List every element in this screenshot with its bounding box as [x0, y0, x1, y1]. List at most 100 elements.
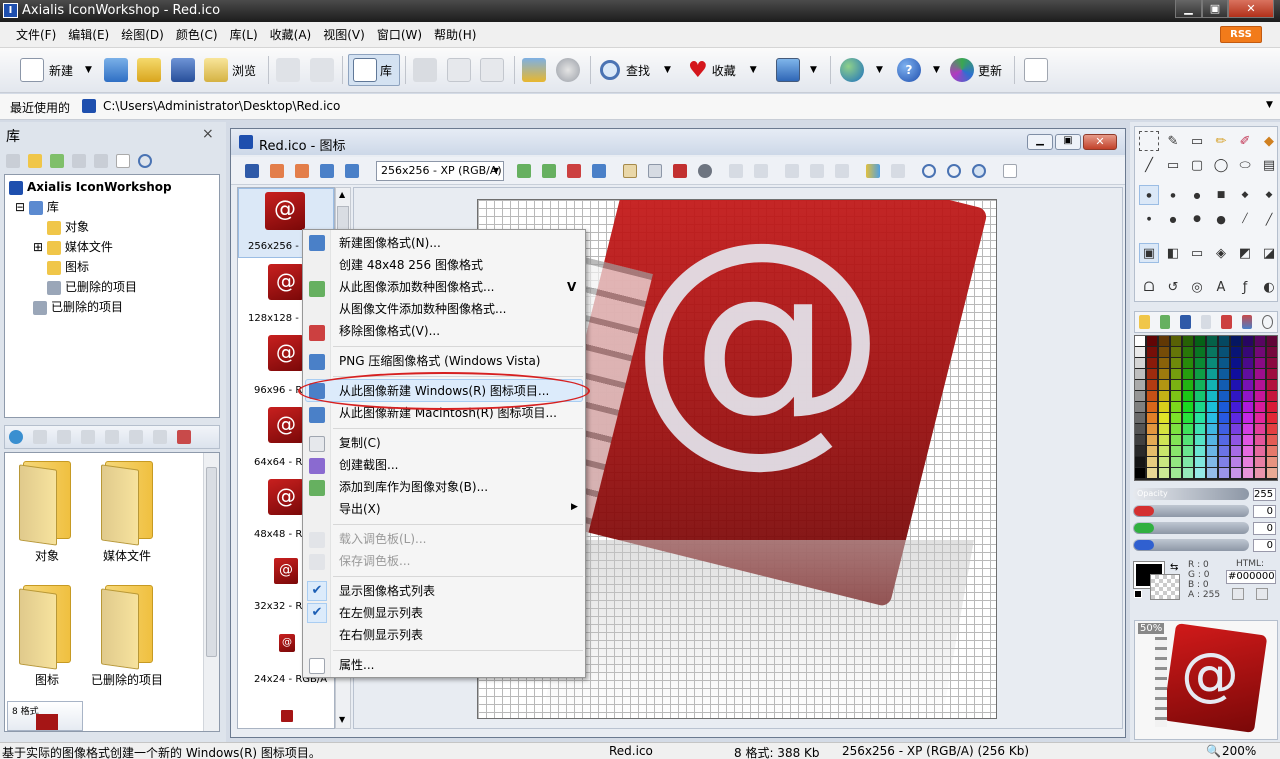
palette-swatch[interactable]: [1207, 358, 1217, 368]
zoom-out-icon[interactable]: [947, 163, 961, 178]
palette-swatch[interactable]: [1231, 347, 1241, 357]
palette-swatch[interactable]: [1183, 347, 1193, 357]
fill-mode-6-icon[interactable]: ◪: [1259, 243, 1279, 263]
palette-swatch[interactable]: [1207, 336, 1217, 346]
palette-swatch[interactable]: [1231, 468, 1241, 478]
palette-swatch[interactable]: [1195, 413, 1205, 423]
palette-swatch[interactable]: [1183, 369, 1193, 379]
menu-view[interactable]: 视图(V): [317, 22, 371, 48]
palette-swatch[interactable]: [1195, 336, 1205, 346]
palette-swatch[interactable]: [1183, 435, 1193, 445]
palette-swatch[interactable]: [1147, 402, 1157, 412]
pen-size-1-icon[interactable]: ●: [1139, 185, 1159, 205]
sort-icon[interactable]: [153, 430, 167, 444]
palette-swatch[interactable]: [1159, 380, 1169, 390]
palette-swatch[interactable]: [1255, 336, 1265, 346]
palette-swatch[interactable]: [1219, 424, 1229, 434]
palette-swatch[interactable]: [1207, 413, 1217, 423]
image-edit-icon[interactable]: [522, 58, 546, 82]
palette-swatch[interactable]: [1183, 391, 1193, 401]
add-palette-icon[interactable]: [1159, 315, 1170, 329]
folder-media-icon[interactable]: [101, 461, 157, 546]
palette-swatch[interactable]: [1183, 468, 1193, 478]
palette-swatch[interactable]: [1171, 391, 1181, 401]
palette-swatch[interactable]: [1267, 424, 1277, 434]
palette-swatch[interactable]: [1231, 402, 1241, 412]
palette-swatch[interactable]: [1255, 457, 1265, 467]
browse-button[interactable]: 浏览: [204, 54, 256, 86]
eraser-icon[interactable]: ▭: [1187, 131, 1207, 151]
green-slider[interactable]: [1133, 522, 1249, 534]
palette-swatch[interactable]: [1207, 391, 1217, 401]
library-button[interactable]: 库: [348, 54, 400, 86]
palette-swatch[interactable]: [1231, 413, 1241, 423]
doc-restore-button[interactable]: ▣: [1055, 134, 1081, 150]
palette-swatch[interactable]: [1267, 380, 1277, 390]
palette-swatch[interactable]: [1171, 358, 1181, 368]
chevron-down-icon[interactable]: ▼: [85, 65, 92, 75]
palette-swatch[interactable]: [1135, 424, 1145, 434]
palette-swatch[interactable]: [1219, 402, 1229, 412]
palette-swatch[interactable]: [1207, 402, 1217, 412]
palette-swatch[interactable]: [1195, 424, 1205, 434]
red-slider[interactable]: [1133, 505, 1249, 517]
fill-icon[interactable]: ◆: [1259, 131, 1279, 151]
palette-swatch[interactable]: [1267, 457, 1277, 467]
palette-swatch[interactable]: [1147, 413, 1157, 423]
ellipse-icon[interactable]: ◯: [1211, 155, 1231, 175]
menu-edit[interactable]: 编辑(E): [62, 22, 115, 48]
palette-swatch[interactable]: [1231, 358, 1241, 368]
script-icon[interactable]: [891, 163, 905, 178]
palette-swatch[interactable]: [1231, 446, 1241, 456]
tree-icons[interactable]: 图标: [7, 257, 217, 277]
windows-icon[interactable]: [345, 163, 359, 178]
script-icon[interactable]: ƒ: [1235, 277, 1255, 297]
palette-swatch[interactable]: [1183, 402, 1193, 412]
format-thumb-16[interactable]: [281, 710, 293, 722]
palette-swatch[interactable]: [1183, 446, 1193, 456]
palette-swatch[interactable]: [1159, 446, 1169, 456]
palette-swatch[interactable]: [1147, 391, 1157, 401]
palette-swatch[interactable]: [1195, 358, 1205, 368]
palette-swatch[interactable]: [1147, 380, 1157, 390]
tree-library[interactable]: ⊟ 库: [7, 197, 217, 217]
blue-slider[interactable]: [1133, 539, 1249, 551]
palette-swatch[interactable]: [1159, 468, 1169, 478]
cut-icon[interactable]: [413, 58, 437, 82]
pen-size-5-icon[interactable]: ◆: [1235, 185, 1255, 205]
palette-swatch[interactable]: [1171, 369, 1181, 379]
delete-icon[interactable]: [94, 154, 108, 168]
add-icon[interactable]: [81, 430, 95, 444]
palette-swatch[interactable]: [1159, 347, 1169, 357]
palette-swatch[interactable]: [1219, 358, 1229, 368]
blue-value[interactable]: 0: [1253, 539, 1276, 552]
palette-swatch[interactable]: [1267, 369, 1277, 379]
palette-swatch[interactable]: [1267, 336, 1277, 346]
format-thumb-128[interactable]: @: [268, 264, 304, 300]
open-folder-icon[interactable]: [137, 58, 161, 82]
remove-icon[interactable]: [129, 430, 143, 444]
format-thumb-256[interactable]: @: [265, 192, 305, 230]
palette-swatch[interactable]: [1135, 391, 1145, 401]
palette-swatch[interactable]: [1231, 424, 1241, 434]
chevron-down-icon[interactable]: ▼: [810, 65, 817, 75]
palette-swatch[interactable]: [1255, 347, 1265, 357]
move-left-icon[interactable]: [729, 163, 743, 178]
palette-swatch[interactable]: [1219, 413, 1229, 423]
rss-button[interactable]: RSS: [1220, 26, 1262, 43]
menu-item-screenshot[interactable]: 创建截图...: [339, 454, 398, 476]
opacity-value[interactable]: 255: [1253, 488, 1276, 501]
palette-swatch[interactable]: [1171, 402, 1181, 412]
palette-swatch[interactable]: [1171, 413, 1181, 423]
redo-icon[interactable]: [310, 58, 334, 82]
palette-swatch[interactable]: [1255, 413, 1265, 423]
palette-swatch[interactable]: [1243, 446, 1253, 456]
menu-item-export[interactable]: 导出(X): [339, 498, 381, 520]
paste-icon[interactable]: [57, 430, 71, 444]
palette-swatch[interactable]: [1243, 380, 1253, 390]
palette-swatch[interactable]: [1171, 424, 1181, 434]
pen-size-7-icon[interactable]: ●: [1139, 209, 1159, 229]
palette-swatch[interactable]: [1267, 402, 1277, 412]
text-tool-icon[interactable]: A: [1211, 277, 1231, 297]
menu-item-load-palette[interactable]: 载入调色板(L)...: [339, 528, 427, 550]
